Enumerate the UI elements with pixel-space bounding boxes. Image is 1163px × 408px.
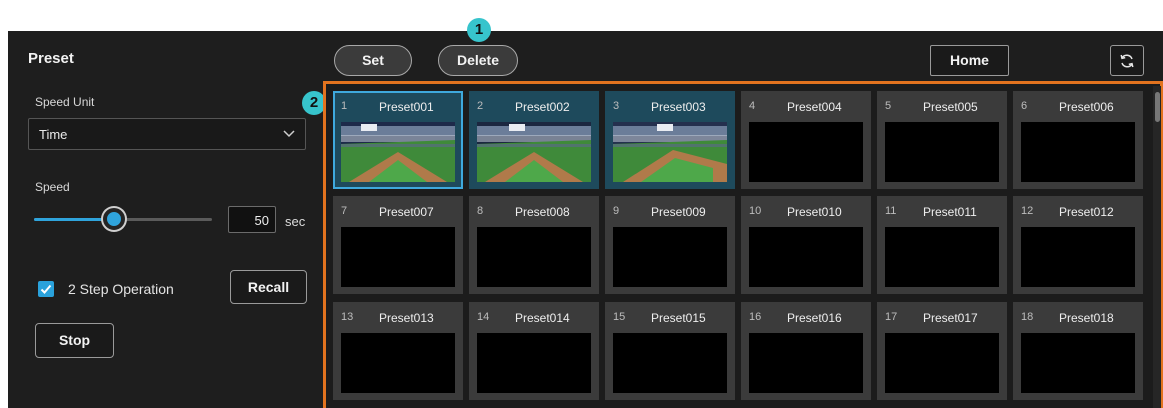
preset-thumbnail (341, 227, 455, 287)
preset-name: Preset013 (379, 311, 434, 325)
preset-thumbnail (885, 122, 999, 182)
preset-tile[interactable]: 18 Preset018 (1013, 302, 1143, 400)
preset-tile[interactable]: 4 Preset004 (741, 91, 871, 189)
preset-index: 4 (749, 100, 756, 112)
preset-thumbnail (749, 333, 863, 393)
preset-tile[interactable]: 2 Preset002 (469, 91, 599, 189)
scrollbar-track[interactable] (1153, 86, 1161, 408)
preset-name: Preset002 (515, 100, 570, 114)
preset-index: 8 (477, 205, 484, 217)
preset-tile[interactable]: 15 Preset015 (605, 302, 735, 400)
speed-value-input[interactable]: 50 (228, 206, 276, 233)
preset-tile[interactable]: 7 Preset007 (333, 196, 463, 294)
preset-name: Preset014 (515, 311, 570, 325)
preset-name: Preset006 (1059, 100, 1114, 114)
preset-tile[interactable]: 11 Preset011 (877, 196, 1007, 294)
two-step-checkbox[interactable] (38, 281, 54, 297)
preset-tile[interactable]: 12 Preset012 (1013, 196, 1143, 294)
preset-name: Preset001 (379, 100, 434, 114)
preset-index: 13 (341, 311, 354, 323)
preset-thumbnail (1021, 333, 1135, 393)
preset-index: 2 (477, 100, 484, 112)
checkmark-icon (40, 284, 52, 294)
preset-name: Preset011 (923, 205, 977, 219)
preset-name: Preset009 (651, 205, 706, 219)
preset-tile[interactable]: 8 Preset008 (469, 196, 599, 294)
preset-name: Preset003 (651, 100, 706, 114)
preset-name: Preset016 (787, 311, 842, 325)
preset-tile[interactable]: 10 Preset010 (741, 196, 871, 294)
preset-index: 3 (613, 100, 620, 112)
preset-thumbnail (613, 227, 727, 287)
preset-name: Preset017 (923, 311, 978, 325)
preset-index: 18 (1021, 311, 1034, 323)
preset-thumbnail (341, 122, 455, 182)
speed-slider[interactable] (34, 206, 212, 232)
preset-thumbnail (341, 333, 455, 393)
preset-thumbnail (1021, 122, 1135, 182)
stop-button[interactable]: Stop (35, 323, 114, 358)
preset-index: 11 (885, 205, 897, 217)
two-step-label: 2 Step Operation (68, 281, 174, 297)
chevron-down-icon (283, 130, 295, 138)
refresh-button[interactable] (1110, 45, 1144, 76)
preset-index: 5 (885, 100, 892, 112)
preset-tile[interactable]: 17 Preset017 (877, 302, 1007, 400)
preset-thumbnail (613, 122, 727, 182)
delete-button[interactable]: Delete (438, 45, 518, 76)
preset-thumbnail (885, 227, 999, 287)
panel-title: Preset (28, 50, 74, 67)
preset-thumbnail (477, 227, 591, 287)
preset-index: 17 (885, 311, 898, 323)
preset-index: 12 (1021, 205, 1034, 217)
preset-name: Preset008 (515, 205, 570, 219)
speed-unit-select[interactable]: Time (28, 118, 306, 150)
preset-thumbnail (749, 227, 863, 287)
callout-marker-1: 1 (467, 18, 491, 42)
preset-tile[interactable]: 9 Preset009 (605, 196, 735, 294)
preset-tile[interactable]: 5 Preset005 (877, 91, 1007, 189)
preset-index: 14 (477, 311, 490, 323)
preset-tile[interactable]: 3 Preset003 (605, 91, 735, 189)
preset-tile[interactable]: 16 Preset016 (741, 302, 871, 400)
speed-label: Speed (35, 180, 70, 194)
refresh-icon (1120, 54, 1134, 68)
preset-tile[interactable]: 13 Preset013 (333, 302, 463, 400)
preset-name: Preset018 (1059, 311, 1114, 325)
speed-unit-suffix: sec (285, 214, 306, 229)
home-button[interactable]: Home (930, 45, 1009, 76)
preset-thumbnail (749, 122, 863, 182)
preset-index: 9 (613, 205, 620, 217)
preset-thumbnail (477, 333, 591, 393)
preset-thumbnail (1021, 227, 1135, 287)
preset-name: Preset010 (787, 205, 842, 219)
stadium-thumbnail (341, 122, 455, 182)
speed-unit-label: Speed Unit (35, 95, 95, 109)
preset-name: Preset012 (1059, 205, 1114, 219)
slider-knob[interactable] (103, 208, 126, 230)
stadium-thumbnail (613, 122, 727, 182)
stadium-thumbnail (477, 122, 591, 182)
preset-thumbnail (477, 122, 591, 182)
preset-index: 1 (341, 100, 348, 112)
preset-index: 15 (613, 311, 626, 323)
preset-name: Preset005 (923, 100, 978, 114)
preset-name: Preset007 (379, 205, 434, 219)
preset-tile[interactable]: 14 Preset014 (469, 302, 599, 400)
preset-thumbnail (613, 333, 727, 393)
preset-tile[interactable]: 1 Preset001 (333, 91, 463, 189)
recall-button[interactable]: Recall (230, 270, 307, 304)
preset-index: 7 (341, 205, 348, 217)
preset-tile[interactable]: 6 Preset006 (1013, 91, 1143, 189)
preset-index: 10 (749, 205, 762, 217)
scrollbar-thumb[interactable] (1155, 92, 1160, 122)
set-button[interactable]: Set (334, 45, 412, 76)
preset-thumbnail (885, 333, 999, 393)
slider-fill (34, 218, 115, 221)
preset-name: Preset004 (787, 100, 842, 114)
preset-index: 6 (1021, 100, 1028, 112)
preset-index: 16 (749, 311, 762, 323)
speed-unit-value: Time (39, 127, 68, 142)
preset-name: Preset015 (651, 311, 706, 325)
